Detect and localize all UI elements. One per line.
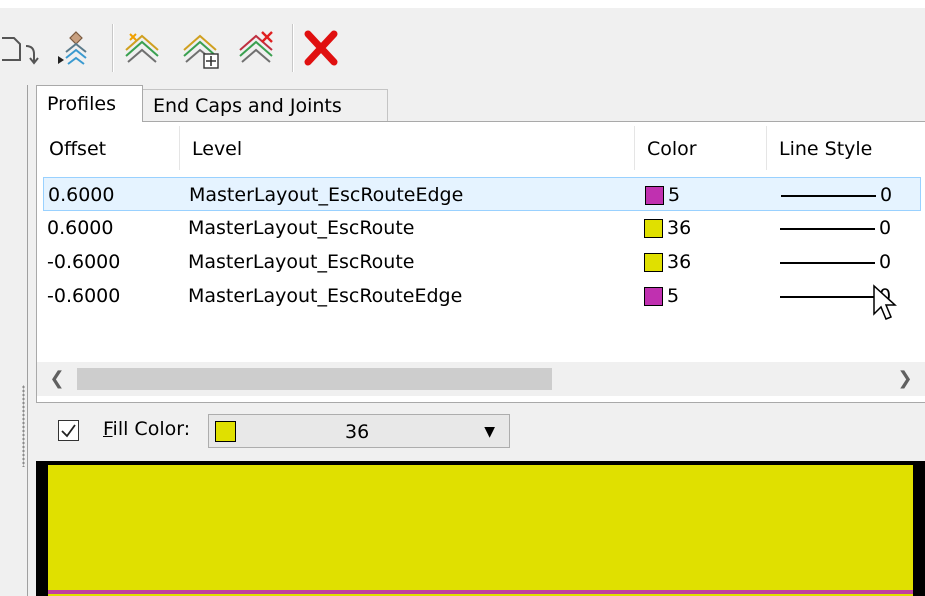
mouse-cursor-icon: [872, 284, 898, 329]
offset-cell: 0.6000: [47, 217, 114, 239]
fill-color-checkbox[interactable]: [58, 420, 79, 441]
level-cell: MasterLayout_EscRoute: [188, 251, 415, 273]
tab-end-caps-and-joints[interactable]: End Caps and Joints: [143, 89, 388, 122]
tab-strip: Profiles End Caps and Joints: [28, 85, 925, 122]
dropdown-arrow-icon[interactable]: ▼: [484, 415, 495, 449]
tab-profiles[interactable]: Profiles: [36, 85, 143, 122]
move-up-profile-icon[interactable]: [52, 24, 94, 70]
toolbar: [0, 8, 925, 85]
color-cell: 36: [667, 217, 692, 239]
offset-cell: -0.6000: [47, 285, 121, 307]
scroll-right-icon[interactable]: ❯: [889, 362, 921, 396]
delete-icon[interactable]: [300, 24, 342, 70]
toolbar-separator: [292, 24, 294, 72]
offset-cell: -0.6000: [47, 251, 121, 273]
column-header-offset[interactable]: Offset: [37, 122, 180, 174]
table-row[interactable]: -0.6000 MasterLayout_EscRoute 36 0: [43, 245, 921, 279]
level-cell: MasterLayout_EscRoute: [188, 217, 415, 239]
color-swatch: [645, 186, 664, 205]
fill-color-value: 36: [345, 421, 370, 443]
column-header-level[interactable]: Level: [180, 122, 635, 174]
level-cell: MasterLayout_EscRouteEdge: [188, 285, 463, 307]
fill-color-row: Fill Color: 36 ▼: [28, 404, 925, 460]
fill-color-swatch: [215, 421, 236, 442]
line-style-preview: [781, 195, 876, 197]
scrollbar-thumb[interactable]: [77, 368, 552, 390]
table-row[interactable]: 0.6000 MasterLayout_EscRoute 36 0: [43, 211, 921, 245]
fill-color-label: Fill Color:: [103, 418, 190, 440]
line-style-cell: 0: [879, 251, 892, 273]
checkmark-icon: [61, 424, 76, 438]
color-cell: 5: [668, 184, 681, 206]
offset-cell: 0.6000: [48, 184, 115, 206]
line-style-cell: 0: [880, 184, 893, 206]
level-cell: MasterLayout_EscRouteEdge: [189, 184, 464, 206]
left-dock-bar: [0, 85, 28, 596]
color-cell: 5: [667, 285, 680, 307]
color-swatch: [644, 287, 663, 306]
dock-grip[interactable]: [22, 385, 25, 467]
horizontal-scrollbar[interactable]: ❮ ❯: [37, 362, 925, 396]
fill-color-dropdown[interactable]: 36 ▼: [208, 414, 510, 448]
column-header-color[interactable]: Color: [635, 122, 767, 174]
scroll-left-icon[interactable]: ❮: [41, 362, 73, 396]
profile-preview: [36, 461, 925, 596]
remove-profile-icon[interactable]: [236, 24, 278, 70]
preview-edge-line: [48, 590, 913, 594]
fill-color-label-text: ill Color:: [112, 418, 191, 440]
line-style-cell: 0: [879, 217, 892, 239]
tab-label: End Caps and Joints: [153, 95, 342, 117]
tab-label: Profiles: [47, 93, 116, 115]
color-swatch: [644, 253, 663, 272]
insert-profile-icon[interactable]: [180, 24, 222, 70]
color-swatch: [644, 219, 663, 238]
column-header-line-style[interactable]: Line Style: [767, 122, 925, 174]
line-style-preview: [780, 262, 875, 264]
window-top-strip: [0, 0, 925, 8]
rotate-icon[interactable]: [0, 24, 40, 70]
table-row[interactable]: -0.6000 MasterLayout_EscRouteEdge 5 0: [43, 279, 921, 313]
line-style-preview: [780, 228, 875, 230]
profiles-list[interactable]: Offset Level Color Line Style 0.6000 Mas…: [36, 121, 925, 403]
color-cell: 36: [667, 251, 692, 273]
preview-fill-area: [48, 465, 913, 596]
table-row[interactable]: 0.6000 MasterLayout_EscRouteEdge 5 0: [43, 177, 921, 211]
line-style-preview: [780, 296, 875, 298]
add-profile-icon[interactable]: [122, 24, 164, 70]
list-header: Offset Level Color Line Style: [37, 122, 925, 174]
toolbar-separator: [112, 24, 114, 72]
fill-color-label-accesskey: F: [103, 418, 113, 440]
